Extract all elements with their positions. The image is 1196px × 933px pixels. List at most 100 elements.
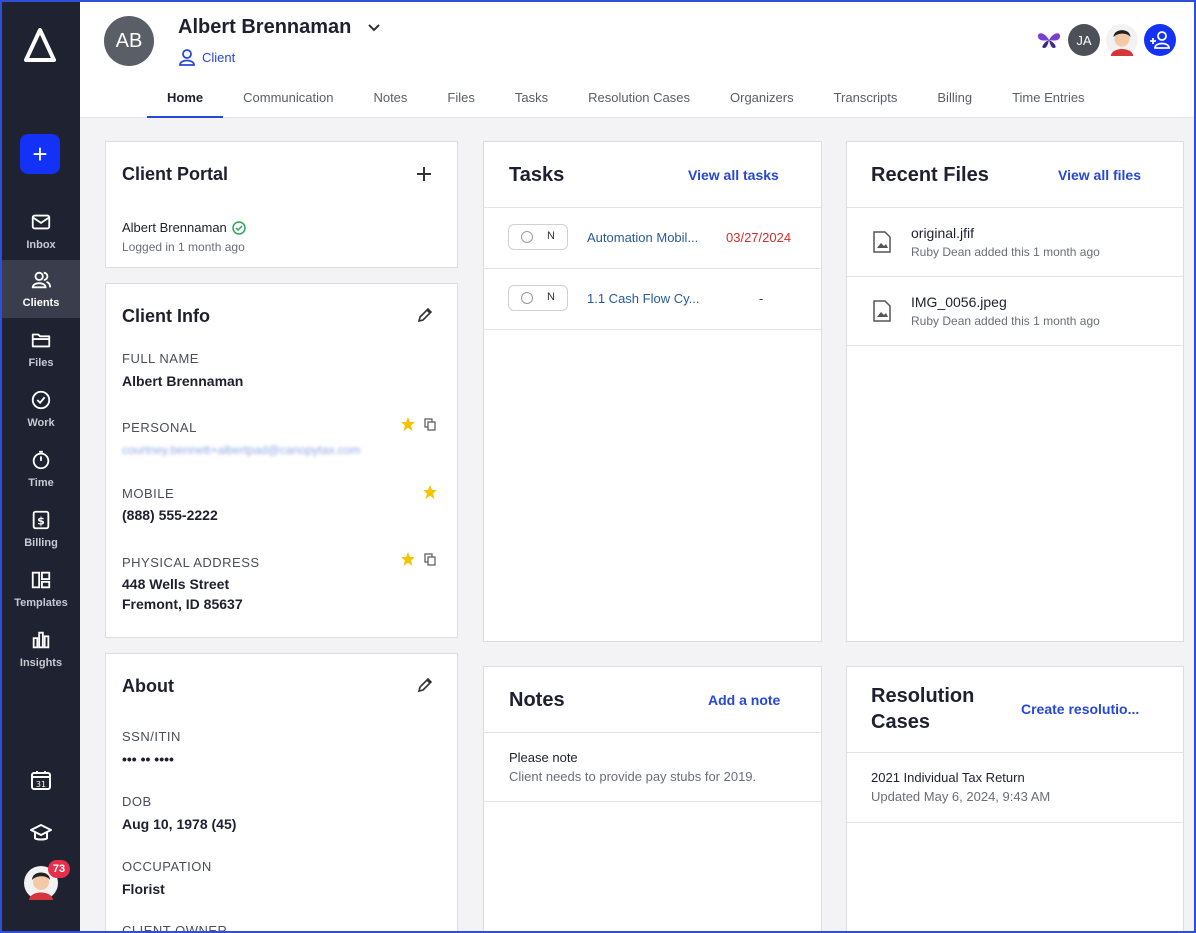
- tab-files[interactable]: Files: [427, 80, 494, 118]
- task-status-toggle[interactable]: N: [508, 285, 568, 311]
- task-name[interactable]: Automation Mobil...: [587, 230, 709, 245]
- team-member-portrait-icon[interactable]: [1106, 24, 1138, 56]
- view-all-tasks-link[interactable]: View all tasks: [688, 167, 779, 183]
- app-logo-icon[interactable]: [24, 28, 56, 62]
- team-member-avatar[interactable]: JA: [1068, 24, 1100, 56]
- divider: [847, 752, 1183, 753]
- client-info-card: Client Info FULL NAME Albert Brennaman P…: [105, 283, 458, 638]
- app-window: + Inbox Clients Files Work Time $ Billin…: [0, 0, 1196, 933]
- task-due-date: 03/27/2024: [726, 230, 792, 245]
- tab-tasks[interactable]: Tasks: [495, 80, 568, 118]
- stopwatch-icon: [32, 450, 50, 470]
- radio-circle-icon: [521, 231, 533, 243]
- create-new-button[interactable]: +: [20, 134, 60, 174]
- tab-billing[interactable]: Billing: [917, 80, 992, 118]
- file-meta: Ruby Dean added this 1 month ago: [911, 245, 1100, 259]
- notes-card: Notes Add a note Please note Client need…: [483, 666, 822, 931]
- sidebar-item-label: Billing: [24, 537, 58, 549]
- add-note-link[interactable]: Add a note: [708, 692, 780, 708]
- full-name-value: Albert Brennaman: [122, 373, 244, 389]
- card-title-line-1: Resolution: [871, 685, 975, 707]
- copy-icon[interactable]: [424, 418, 436, 431]
- sidebar-item-billing[interactable]: $ Billing: [2, 500, 80, 558]
- chevron-down-icon[interactable]: [367, 20, 381, 34]
- svg-text:$: $: [37, 515, 45, 528]
- card-title: Recent Files: [871, 164, 989, 186]
- divider: [847, 345, 1183, 346]
- task-status-letter: N: [547, 291, 555, 303]
- client-type-label: Client: [202, 49, 236, 65]
- tab-organizers[interactable]: Organizers: [710, 80, 814, 118]
- dollar-icon: $: [32, 510, 50, 530]
- task-status-toggle[interactable]: N: [508, 224, 568, 250]
- sidebar-item-work[interactable]: Work: [2, 380, 80, 438]
- plus-icon[interactable]: [416, 166, 432, 182]
- sidebar-item-label: Inbox: [26, 239, 56, 251]
- case-updated: Updated May 6, 2024, 9:43 AM: [871, 789, 1051, 804]
- sidebar-item-files[interactable]: Files: [2, 320, 80, 378]
- check-circle-icon: [232, 220, 246, 235]
- calendar-icon[interactable]: 31: [29, 768, 53, 792]
- address-line-2: Fremont, ID 85637: [122, 596, 243, 612]
- tab-communication[interactable]: Communication: [223, 80, 353, 118]
- dob-label: DOB: [122, 794, 152, 809]
- users-icon: [31, 271, 52, 289]
- address-line-1: 448 Wells Street: [122, 576, 230, 592]
- graduation-cap-icon[interactable]: [29, 821, 53, 845]
- file-name[interactable]: original.jfif: [911, 225, 974, 241]
- task-status-letter: N: [547, 230, 555, 242]
- sidebar-item-label: Work: [27, 417, 55, 429]
- star-icon[interactable]: [400, 416, 416, 432]
- tab-transcripts[interactable]: Transcripts: [814, 80, 918, 118]
- image-file-icon: [873, 231, 891, 253]
- team-avatars: JA: [1036, 24, 1176, 56]
- pencil-icon[interactable]: [416, 676, 434, 694]
- create-resolution-case-link[interactable]: Create resolutio...: [1021, 701, 1139, 717]
- person-icon: [179, 49, 195, 66]
- sidebar-item-templates[interactable]: Templates: [2, 560, 80, 618]
- star-icon[interactable]: [422, 484, 438, 500]
- sidebar-item-insights[interactable]: Insights: [2, 620, 80, 678]
- star-icon[interactable]: [400, 551, 416, 567]
- card-title: Client Info: [122, 306, 210, 326]
- task-name[interactable]: 1.1 Cash Flow Cy...: [587, 291, 709, 306]
- note-title[interactable]: Please note: [509, 750, 578, 765]
- sidebar-item-clients[interactable]: Clients: [2, 260, 80, 318]
- sidebar-item-label: Files: [28, 357, 54, 369]
- sidebar-item-inbox[interactable]: Inbox: [2, 202, 80, 260]
- layout-icon: [31, 571, 51, 589]
- card-title-line-2: Cases: [871, 711, 930, 733]
- about-card: About SSN/ITIN ••• •• •••• DOB Aug 10, 1…: [105, 653, 458, 931]
- case-name[interactable]: 2021 Individual Tax Return: [871, 770, 1025, 785]
- copy-icon[interactable]: [424, 553, 436, 566]
- add-team-member-button[interactable]: [1144, 24, 1176, 56]
- tab-time-entries[interactable]: Time Entries: [992, 80, 1104, 118]
- callout-arrow-icon: [1188, 58, 1196, 138]
- file-name[interactable]: IMG_0056.jpeg: [911, 294, 1007, 310]
- personal-email-label: PERSONAL: [122, 420, 197, 435]
- tab-home[interactable]: Home: [147, 80, 224, 118]
- sidebar-item-label: Templates: [14, 597, 68, 609]
- personal-email-value[interactable]: courtney.bennett+albertpad@canopytax.com: [122, 443, 360, 457]
- pencil-icon[interactable]: [416, 306, 434, 324]
- portal-status: Logged in 1 month ago: [122, 240, 245, 254]
- tab-resolution-cases[interactable]: Resolution Cases: [568, 80, 710, 118]
- divider: [847, 822, 1183, 823]
- divider: [847, 207, 1183, 208]
- occupation-value: Florist: [122, 881, 165, 897]
- bar-chart-icon: [32, 631, 50, 649]
- tab-notes[interactable]: Notes: [353, 80, 427, 118]
- note-body: Client needs to provide pay stubs for 20…: [509, 769, 757, 784]
- butterfly-icon[interactable]: [1036, 27, 1062, 53]
- divider: [484, 801, 821, 802]
- sidebar-item-time[interactable]: Time: [2, 440, 80, 498]
- mobile-value[interactable]: (888) 555-2222: [122, 507, 218, 523]
- address-label: PHYSICAL ADDRESS: [122, 555, 260, 570]
- client-type: Client: [178, 48, 235, 66]
- folder-icon: [31, 333, 51, 348]
- file-meta: Ruby Dean added this 1 month ago: [911, 314, 1100, 328]
- view-all-files-link[interactable]: View all files: [1058, 167, 1141, 183]
- notification-badge: 73: [48, 860, 70, 878]
- resolution-cases-card: Resolution Cases Create resolutio... 202…: [846, 666, 1184, 931]
- user-avatar[interactable]: 73: [24, 860, 70, 900]
